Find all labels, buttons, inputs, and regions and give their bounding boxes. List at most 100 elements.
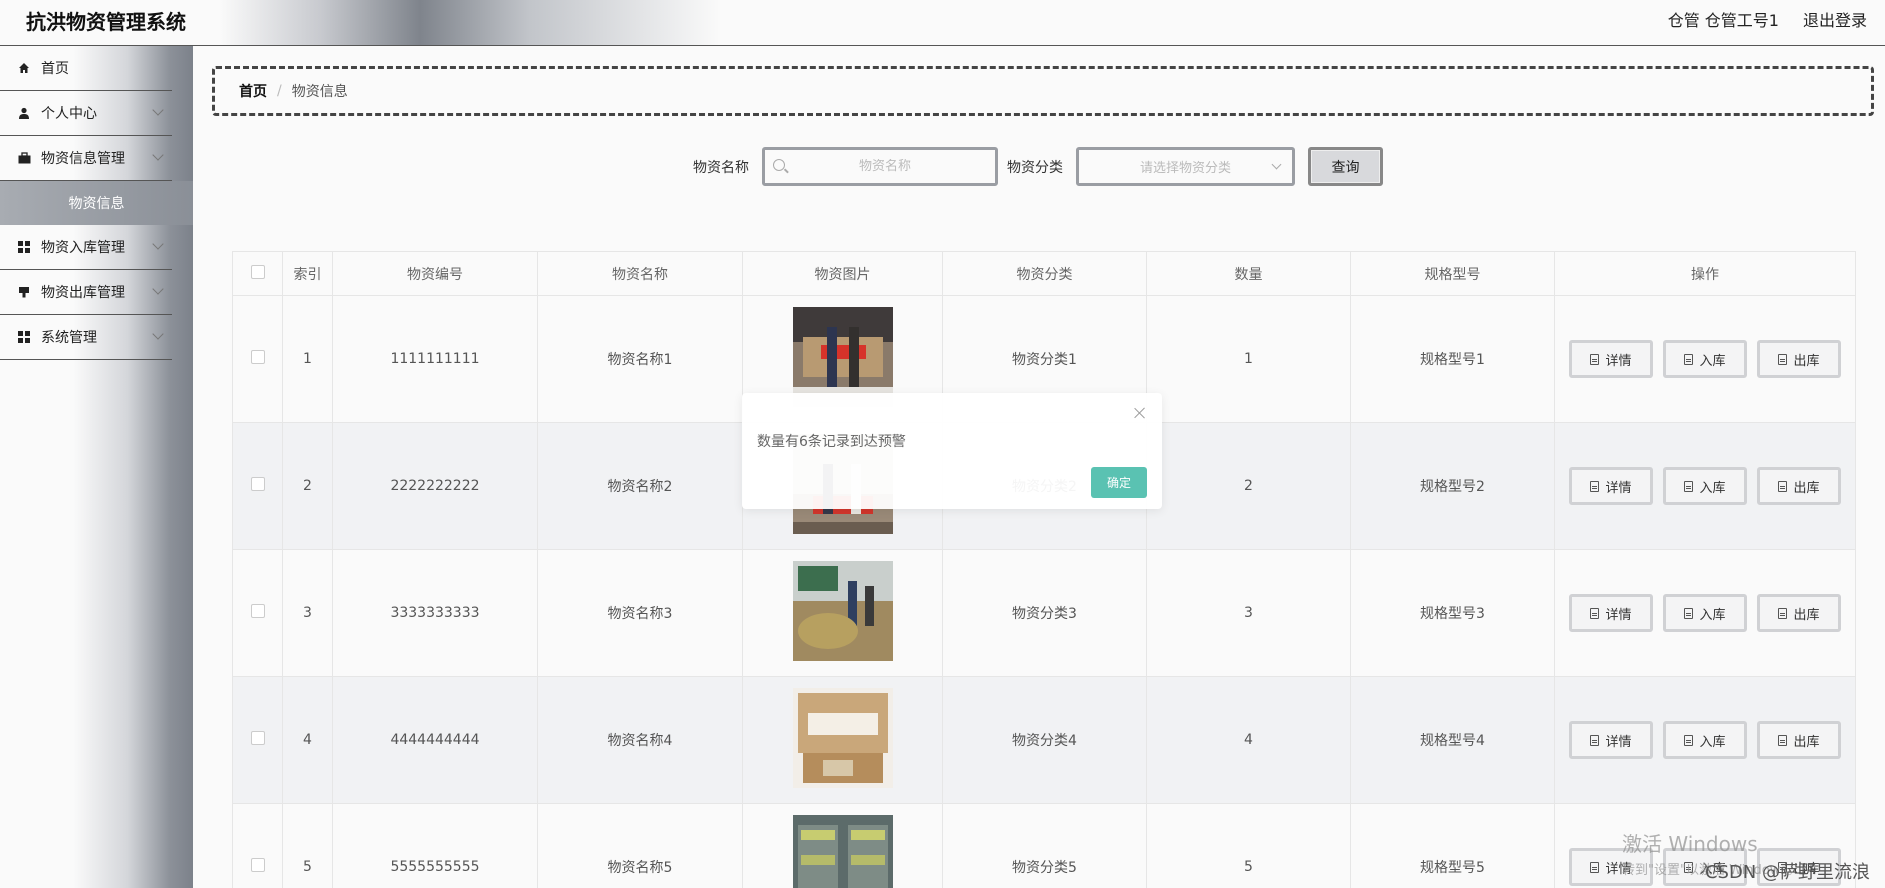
warning-dialog: 数量有6条记录到达预警 确定 [742, 393, 1162, 509]
row-checkbox-cell [232, 295, 283, 423]
detail-button[interactable]: 详情 [1569, 594, 1653, 632]
detail-label: 详情 [1605, 734, 1632, 750]
sidebar-item-label: 首页 [41, 61, 69, 77]
sidebar-item-stock-in[interactable]: 物资入库管理 [0, 225, 172, 270]
spec-cell: 规格型号4 [1350, 676, 1555, 804]
stock-in-button[interactable]: 入库 [1663, 721, 1747, 759]
stock-out-label: 出库 [1793, 353, 1820, 369]
name-search-field[interactable] [762, 147, 998, 186]
dialog-message: 数量有6条记录到达预警 [757, 434, 906, 450]
document-icon [1684, 353, 1694, 365]
document-icon [1590, 353, 1600, 365]
close-icon[interactable] [1133, 406, 1147, 420]
row-checkbox-cell [232, 803, 283, 888]
stock-out-button[interactable]: 出库 [1757, 467, 1841, 505]
document-icon [1778, 353, 1788, 365]
stock-in-label: 入库 [1699, 480, 1726, 496]
column-header: 数量 [1146, 251, 1351, 296]
row-checkbox[interactable] [250, 350, 265, 364]
material-photo[interactable] [792, 815, 893, 888]
name-cell: 物资名称4 [537, 676, 743, 804]
column-header: 物资编号 [332, 251, 538, 296]
column-header: 物资名称 [537, 251, 743, 296]
material-photo[interactable] [792, 561, 893, 661]
logout-link[interactable]: 退出登录 [1803, 7, 1867, 31]
actions-cell: 详情 入库 出库 [1554, 295, 1856, 423]
sidebar-item-label: 系统管理 [41, 330, 97, 346]
stock-in-button[interactable]: 入库 [1663, 467, 1747, 505]
confirm-button[interactable]: 确定 [1091, 467, 1147, 498]
select-all-checkbox[interactable] [250, 264, 265, 279]
detail-button[interactable]: 详情 [1569, 340, 1653, 378]
category-cell: 物资分类5 [942, 803, 1147, 888]
spec-cell: 规格型号1 [1350, 295, 1555, 423]
detail-button[interactable]: 详情 [1569, 721, 1653, 759]
row-checkbox[interactable] [250, 604, 265, 618]
stock-in-button[interactable]: 入库 [1663, 340, 1747, 378]
stock-out-label: 出库 [1793, 607, 1820, 623]
material-photo[interactable] [792, 307, 893, 407]
category-cell: 物资分类3 [942, 549, 1147, 677]
spec-cell: 规格型号2 [1350, 422, 1555, 550]
quantity-cell: 2 [1146, 422, 1351, 550]
table-row: 4 4444444444 物资名称4 物资分类4 4 规格型号4 详情 入库 出… [232, 676, 1856, 804]
name-cell: 物资名称2 [537, 422, 743, 550]
row-checkbox[interactable] [250, 858, 265, 872]
actions-cell: 详情 入库 出库 [1554, 676, 1856, 804]
stock-in-button[interactable]: 入库 [1663, 594, 1747, 632]
grid-icon [17, 330, 31, 344]
query-button[interactable]: 查询 [1308, 147, 1383, 186]
search-icon [773, 159, 785, 171]
chevron-down-icon [152, 104, 164, 116]
chevron-down-icon [152, 149, 164, 161]
select-all-cell [232, 251, 283, 296]
header-gradient [220, 0, 720, 45]
sidebar-item-profile[interactable]: 个人中心 [0, 91, 172, 136]
name-cell: 物资名称3 [537, 549, 743, 677]
watermark-title: 激活 Windows [1622, 832, 1758, 856]
column-header: 索引 [282, 251, 333, 296]
code-cell: 4444444444 [332, 676, 538, 804]
document-icon [1590, 607, 1600, 619]
table-row: 3 3333333333 物资名称3 物资分类3 3 规格型号3 详情 入库 出… [232, 549, 1856, 677]
code-cell: 2222222222 [332, 422, 538, 550]
stock-out-button[interactable]: 出库 [1757, 721, 1841, 759]
app-title: 抗洪物资管理系统 [26, 10, 186, 34]
sidebar-item-stock-out[interactable]: 物资出库管理 [0, 270, 172, 315]
sidebar-item-system[interactable]: 系统管理 [0, 315, 172, 360]
actions-cell: 详情 入库 出库 [1554, 422, 1856, 550]
breadcrumb-current: 物资信息 [291, 84, 348, 100]
stock-in-label: 入库 [1699, 734, 1726, 750]
detail-button[interactable]: 详情 [1569, 467, 1653, 505]
home-icon [17, 61, 31, 75]
material-photo[interactable] [792, 688, 893, 788]
actions-cell: 详情 入库 出库 [1554, 549, 1856, 677]
category-select[interactable]: 请选择物资分类 [1076, 147, 1295, 186]
top-bar: 抗洪物资管理系统 仓管 仓管工号1 退出登录 [0, 0, 1885, 46]
index-cell: 4 [282, 676, 333, 804]
stock-in-label: 入库 [1699, 353, 1726, 369]
quantity-cell: 1 [1146, 295, 1351, 423]
detail-label: 详情 [1605, 353, 1632, 369]
stock-out-button[interactable]: 出库 [1757, 594, 1841, 632]
row-checkbox[interactable] [250, 477, 265, 491]
name-search-input[interactable] [765, 159, 995, 174]
column-header: 操作 [1554, 251, 1856, 296]
code-cell: 5555555555 [332, 803, 538, 888]
image-cell [742, 549, 943, 677]
sidebar-item-label: 物资入库管理 [41, 240, 125, 256]
quantity-cell: 4 [1146, 676, 1351, 804]
stock-out-button[interactable]: 出库 [1757, 340, 1841, 378]
name-cell: 物资名称1 [537, 295, 743, 423]
table-row: 5 5555555555 物资名称5 物资分类5 5 规格型号5 详情 入库 出… [232, 803, 1856, 888]
row-checkbox-cell [232, 422, 283, 550]
sidebar-item-home[interactable]: 首页 [0, 46, 172, 91]
index-cell: 1 [282, 295, 333, 423]
row-checkbox[interactable] [250, 731, 265, 745]
detail-label: 详情 [1605, 607, 1632, 623]
breadcrumb-home[interactable]: 首页 [239, 81, 267, 101]
sidebar-subitem-material-info[interactable]: 物资信息 [0, 181, 193, 225]
sidebar-item-material-info[interactable]: 物资信息管理 [0, 136, 172, 181]
current-user[interactable]: 仓管 仓管工号1 [1668, 7, 1779, 31]
index-cell: 5 [282, 803, 333, 888]
